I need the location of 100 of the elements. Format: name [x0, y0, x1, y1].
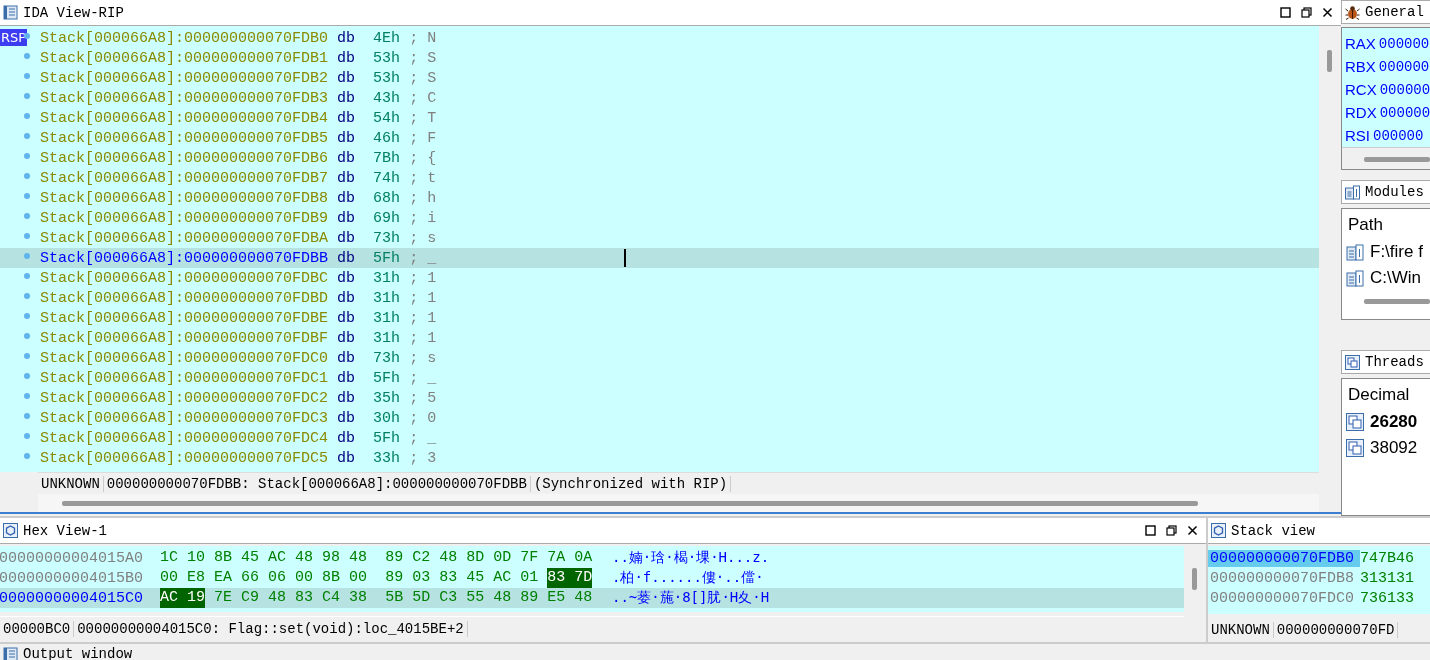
hex-byte[interactable]: 48: [574, 588, 593, 608]
listing-line[interactable]: Stack[000066A8]:000000000070FDC4 db 5Fh ; _: [0, 428, 1319, 448]
hex-byte[interactable]: E8: [187, 568, 206, 588]
hex-byte[interactable]: 7F: [520, 548, 539, 568]
scrollbar-thumb[interactable]: [1364, 299, 1430, 304]
scrollbar-thumb[interactable]: [62, 500, 1198, 506]
hex-byte[interactable]: 8B: [214, 548, 233, 568]
hex-byte[interactable]: AC: [160, 588, 178, 608]
hex-byte[interactable]: E5: [547, 588, 566, 608]
hex-byte[interactable]: 45: [241, 548, 260, 568]
hex-byte[interactable]: C9: [241, 588, 260, 608]
close-icon[interactable]: [1187, 525, 1198, 536]
hex-row[interactable]: 00000000004015C0 AC 19 7E C9 48 83 C4 38 5B 5D C3 55 48 89 E5 48 ..~蒌·葹·8[]肬·H夊·H: [0, 588, 1184, 608]
scrollbar-thumb[interactable]: [1364, 157, 1430, 162]
module-item[interactable]: F:\fire f: [1342, 239, 1430, 265]
hex-byte[interactable]: 19: [178, 588, 206, 608]
hex-byte[interactable]: 7E: [214, 588, 233, 608]
listing-line[interactable]: Stack[000066A8]:000000000070FDC2 db 35h ; 5: [0, 388, 1319, 408]
window-title[interactable]: IDA View-RIP: [23, 4, 124, 21]
hex-byte[interactable]: 00: [160, 568, 178, 588]
hex-byte[interactable]: 48: [268, 588, 287, 608]
maximize-icon[interactable]: [1145, 525, 1156, 536]
hex-byte[interactable]: 7D: [565, 568, 593, 588]
module-item[interactable]: C:\Win: [1342, 265, 1430, 291]
hex-byte[interactable]: EA: [214, 568, 233, 588]
hex-byte[interactable]: 83: [439, 568, 458, 588]
thread-item[interactable]: 26280: [1342, 409, 1430, 435]
listing-line[interactable]: Stack[000066A8]:000000000070FDB9 db 69h ; i: [0, 208, 1319, 228]
stack-address[interactable]: 000000000070FDC0: [1208, 589, 1360, 607]
hex-byte[interactable]: C2: [412, 548, 431, 568]
hex-byte[interactable]: 01: [520, 568, 539, 588]
hex-byte[interactable]: 89: [520, 588, 539, 608]
hex-byte[interactable]: C3: [439, 588, 458, 608]
hex-byte[interactable]: 38: [349, 588, 368, 608]
listing-line[interactable]: Stack[000066A8]:000000000070FDBA db 73h ; s: [0, 228, 1319, 248]
hex-byte[interactable]: 98: [322, 548, 341, 568]
listing-line[interactable]: Stack[000066A8]:000000000070FDB4 db 54h ; T: [0, 108, 1319, 128]
hex-byte[interactable]: 48: [349, 548, 368, 568]
hex-byte[interactable]: 06: [268, 568, 287, 588]
register-value[interactable]: 000000: [1378, 35, 1430, 52]
listing-line[interactable]: Stack[000066A8]:000000000070FDBF db 31h ; 1: [0, 328, 1319, 348]
hex-byte[interactable]: 10: [187, 548, 206, 568]
hex-byte[interactable]: 45: [466, 568, 485, 588]
hex-byte[interactable]: 83: [547, 568, 566, 588]
hex-byte[interactable]: AC: [268, 548, 287, 568]
window-title[interactable]: Hex View-1: [23, 522, 107, 539]
hex-byte[interactable]: 89: [385, 568, 404, 588]
hex-byte[interactable]: 00: [295, 568, 314, 588]
window-title[interactable]: Output window: [23, 647, 133, 660]
register-value[interactable]: 000000: [1378, 58, 1430, 75]
listing-line[interactable]: Stack[000066A8]:000000000070FDB7 db 74h ; t: [0, 168, 1319, 188]
close-icon[interactable]: [1322, 7, 1333, 18]
hex-byte[interactable]: 00: [349, 568, 368, 588]
hex-byte[interactable]: 5B: [385, 588, 404, 608]
hex-byte[interactable]: 8B: [322, 568, 341, 588]
hex-byte[interactable]: 0D: [493, 548, 512, 568]
hex-row[interactable]: 00000000004015B0 00 E8 EA 66 06 00 8B 00 89 03 83 45 AC 01 83 7D .柏·f......僂·..儅·: [0, 568, 1184, 588]
column-header[interactable]: Path: [1342, 209, 1430, 239]
hex-byte[interactable]: 5D: [412, 588, 431, 608]
listing-line[interactable]: Stack[000066A8]:000000000070FDC3 db 30h ; 0: [0, 408, 1319, 428]
hex-byte[interactable]: 8D: [466, 548, 485, 568]
scrollbar-thumb[interactable]: [1192, 568, 1197, 590]
restore-icon[interactable]: [1166, 525, 1177, 536]
listing-line[interactable]: Stack[000066A8]:000000000070FDB2 db 53h ; S: [0, 68, 1319, 88]
listing-line[interactable]: Stack[000066A8]:000000000070FDBC db 31h ; 1: [0, 268, 1319, 288]
thread-item[interactable]: 38092: [1342, 435, 1430, 461]
register-value[interactable]: 000000: [1373, 127, 1424, 144]
listing-line[interactable]: Stack[000066A8]:000000000070FDC0 db 73h ; s: [0, 348, 1319, 368]
register-value[interactable]: 000000: [1379, 81, 1430, 98]
hex-byte[interactable]: AC: [493, 568, 512, 588]
listing-line[interactable]: Stack[000066A8]:000000000070FDB1 db 53h ; S: [0, 48, 1319, 68]
register-value[interactable]: 000000: [1379, 104, 1430, 121]
listing-line[interactable]: Stack[000066A8]:000000000070FDBD db 31h ; 1: [0, 288, 1319, 308]
stack-address[interactable]: 000000000070FDB0: [1208, 549, 1360, 567]
hex-byte[interactable]: 48: [295, 548, 314, 568]
hex-byte[interactable]: 66: [241, 568, 260, 588]
column-header[interactable]: Decimal: [1342, 379, 1430, 409]
hex-byte[interactable]: 48: [439, 548, 458, 568]
listing-line[interactable]: Stack[000066A8]:000000000070FDB5 db 46h ; F: [0, 128, 1319, 148]
hex-byte[interactable]: 55: [466, 588, 485, 608]
hex-byte[interactable]: 89: [385, 548, 404, 568]
listing-line[interactable]: Stack[000066A8]:000000000070FDC5 db 33h ; 3: [0, 448, 1319, 468]
listing-line[interactable]: Stack[000066A8]:000000000070FDC1 db 5Fh ; _: [0, 368, 1319, 388]
hex-byte[interactable]: 48: [493, 588, 512, 608]
hex-byte[interactable]: 03: [412, 568, 431, 588]
listing-line[interactable]: Stack[000066A8]:000000000070FDBE db 31h ; 1: [0, 308, 1319, 328]
hex-byte[interactable]: 1C: [160, 548, 178, 568]
scrollbar-thumb[interactable]: [1327, 50, 1332, 72]
maximize-icon[interactable]: [1280, 7, 1291, 18]
hex-row[interactable]: 00000000004015A0 1C 10 8B 45 AC 48 98 48 89 C2 48 8D 0D 7F 7A 0A ..婻·琀·楬·堁·H...z.: [0, 548, 1184, 568]
listing-line[interactable]: Stack[000066A8]:000000000070FDB6 db 7Bh ; {: [0, 148, 1319, 168]
hex-byte[interactable]: C4: [322, 588, 341, 608]
listing-line[interactable]: Stack[000066A8]:000000000070FDB8 db 68h ; h: [0, 188, 1319, 208]
listing-line[interactable]: RSP Stack[000066A8]:000000000070FDB0 db 4Eh ; N: [0, 28, 1319, 48]
hex-byte[interactable]: 83: [295, 588, 314, 608]
stack-address[interactable]: 000000000070FDB8: [1208, 569, 1360, 587]
listing-line[interactable]: Stack[000066A8]:000000000070FDB3 db 43h ; C: [0, 88, 1319, 108]
restore-icon[interactable]: [1301, 7, 1312, 18]
hex-byte[interactable]: 0A: [574, 548, 593, 568]
hex-byte[interactable]: 7A: [547, 548, 566, 568]
